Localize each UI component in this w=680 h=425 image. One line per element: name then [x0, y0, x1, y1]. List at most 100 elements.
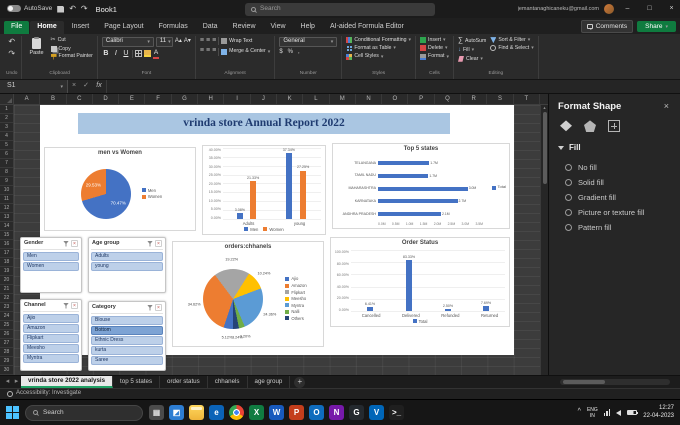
- paste-button[interactable]: Paste: [26, 37, 46, 58]
- ribbon-tab-page-layout[interactable]: Page Layout: [97, 21, 150, 34]
- taskbar-search[interactable]: Search: [25, 404, 143, 421]
- clear-filter-icon[interactable]: ×: [71, 240, 78, 247]
- scroll-up-icon[interactable]: ▴: [543, 105, 545, 110]
- volume-icon[interactable]: [616, 409, 622, 416]
- row-header-25[interactable]: 25: [0, 321, 13, 330]
- column-header-s[interactable]: S: [487, 94, 514, 104]
- column-header-o[interactable]: O: [382, 94, 409, 104]
- effects-icon[interactable]: [584, 120, 596, 133]
- row-header-21[interactable]: 21: [0, 285, 13, 294]
- autosum-button[interactable]: ∑ AutoSum: [458, 37, 486, 45]
- conditional-formatting-button[interactable]: Conditional Formatting ▾: [346, 37, 411, 44]
- slicer-age-group[interactable]: Age group × Adults young: [88, 237, 166, 293]
- row-header-16[interactable]: 16: [0, 240, 13, 249]
- row-header-9[interactable]: 9: [0, 177, 13, 186]
- taskbar-icon-vscode[interactable]: V: [369, 405, 384, 420]
- formula-input[interactable]: [106, 80, 680, 93]
- column-header-e[interactable]: E: [119, 94, 146, 104]
- column-header-c[interactable]: C: [67, 94, 93, 104]
- clear-filter-icon[interactable]: ×: [155, 304, 162, 311]
- slicer-item-women[interactable]: Women: [23, 262, 79, 271]
- slicer-item-amazon[interactable]: Amazon: [23, 324, 79, 333]
- undo-icon[interactable]: ↶: [8, 37, 15, 47]
- bar-adults-men[interactable]: [236, 213, 243, 219]
- taskbar-icon-excel[interactable]: X: [249, 405, 264, 420]
- sort-filter-button[interactable]: Sort & Filter ▾: [490, 37, 533, 44]
- fill-option-no-fill[interactable]: No fill: [565, 163, 671, 172]
- column-header-g[interactable]: G: [172, 94, 199, 104]
- align-top-icon[interactable]: ≡: [200, 37, 204, 45]
- slicer-item-bottom[interactable]: Bottom: [91, 326, 163, 335]
- bar-karnataka[interactable]: [378, 199, 458, 204]
- ribbon-tab-home[interactable]: Home: [30, 20, 64, 34]
- insert-cells-button[interactable]: Insert ▾: [420, 37, 449, 44]
- comments-button[interactable]: Comments: [580, 20, 634, 33]
- language-indicator[interactable]: ENG IN: [587, 407, 598, 419]
- taskbar-icon-chrome[interactable]: [229, 405, 244, 420]
- sheet-nav-right-icon[interactable]: ▸: [12, 378, 21, 386]
- name-box[interactable]: S1 ▾: [0, 80, 68, 93]
- titlebar-redo-icon[interactable]: ↷: [81, 4, 88, 14]
- taskbar-icon-file-explorer[interactable]: [189, 405, 204, 420]
- taskbar-icon-edge[interactable]: e: [209, 405, 224, 420]
- format-cells-button[interactable]: Format ▾: [420, 53, 449, 60]
- tray-expand-icon[interactable]: ^: [578, 408, 581, 416]
- bold-button[interactable]: B: [102, 50, 110, 58]
- fill-line-icon[interactable]: [560, 120, 572, 132]
- cancel-icon[interactable]: ×: [68, 82, 80, 90]
- row-header-8[interactable]: 8: [0, 168, 13, 177]
- column-header-n[interactable]: N: [356, 94, 383, 104]
- column-header-i[interactable]: I: [224, 94, 251, 104]
- taskbar-icon-terminal[interactable]: >_: [389, 405, 404, 420]
- align-left-icon[interactable]: ≡: [200, 47, 204, 55]
- column-header-p[interactable]: P: [408, 94, 435, 104]
- battery-icon[interactable]: [627, 410, 639, 415]
- percent-icon[interactable]: %: [288, 49, 293, 56]
- chart-order-status[interactable]: Order Status 100.00% 80.00% 60.00% 40.00% 20.…: [330, 237, 510, 327]
- row-header-14[interactable]: 14: [0, 222, 13, 231]
- share-button[interactable]: Share ▾: [637, 21, 676, 32]
- taskbar-icon-outlook[interactable]: O: [309, 405, 324, 420]
- start-button[interactable]: [6, 406, 19, 419]
- column-header-h[interactable]: H: [198, 94, 225, 104]
- slicer-gender[interactable]: Gender × Men Women: [20, 237, 82, 293]
- taskbar-icon-word[interactable]: W: [269, 405, 284, 420]
- row-header-2[interactable]: 2: [0, 114, 13, 123]
- row-header-10[interactable]: 10: [0, 186, 13, 195]
- fill-option-picture-or-texture-fill[interactable]: Picture or texture fill: [565, 208, 671, 217]
- font-name-select[interactable]: Calibri ▾: [101, 37, 154, 47]
- row-header-5[interactable]: 5: [0, 141, 13, 150]
- slicer-item-ajio[interactable]: Ajio: [23, 314, 79, 323]
- row-header-6[interactable]: 6: [0, 150, 13, 159]
- merge-center-button[interactable]: Merge & Center ▾: [221, 48, 270, 55]
- taskbar-icon-widgets[interactable]: ◩: [169, 405, 184, 420]
- workbook-title[interactable]: Book1: [96, 5, 117, 14]
- column-header-j[interactable]: J: [251, 94, 277, 104]
- avatar[interactable]: [604, 4, 614, 14]
- bar-returned-total[interactable]: [482, 306, 489, 311]
- clear-filter-icon[interactable]: ×: [155, 240, 162, 247]
- decrease-font-size-button[interactable]: A▾: [184, 38, 191, 45]
- user-email[interactable]: jemantanaghicaneku@gmail.com: [518, 6, 599, 13]
- font-color-icon[interactable]: A: [152, 49, 160, 59]
- chart-orders-channels[interactable]: orders:chhanels 5.12% 34.62% 19.22% 10.24% 24…: [172, 241, 324, 347]
- bar-telangana[interactable]: [378, 160, 430, 165]
- row-header-15[interactable]: 15: [0, 231, 13, 240]
- font-size-select[interactable]: 11 ▾: [155, 37, 173, 47]
- row-header-29[interactable]: 29: [0, 357, 13, 366]
- comma-icon[interactable]: ,: [298, 49, 300, 56]
- row-header-20[interactable]: 20: [0, 276, 13, 285]
- panel-close-icon[interactable]: ×: [662, 101, 671, 112]
- column-header-d[interactable]: D: [93, 94, 120, 104]
- row-header-26[interactable]: 26: [0, 330, 13, 339]
- row-header-12[interactable]: 12: [0, 204, 13, 213]
- ribbon-tab-formulas[interactable]: Formulas: [152, 21, 195, 34]
- fill-option-pattern-fill[interactable]: Pattern fill: [565, 223, 671, 232]
- slicer-item-men[interactable]: Men: [23, 252, 79, 261]
- taskbar-icon-onenote[interactable]: N: [329, 405, 344, 420]
- row-header-18[interactable]: 18: [0, 258, 13, 267]
- ribbon-tab-view[interactable]: View: [264, 21, 293, 34]
- chart-age-vs-gender[interactable]: 40.00% 35.00% 30.00% 25.00% 20.00% 15.00% 10.0…: [202, 145, 326, 235]
- currency-icon[interactable]: $: [279, 49, 282, 56]
- filter-icon[interactable]: [63, 302, 69, 309]
